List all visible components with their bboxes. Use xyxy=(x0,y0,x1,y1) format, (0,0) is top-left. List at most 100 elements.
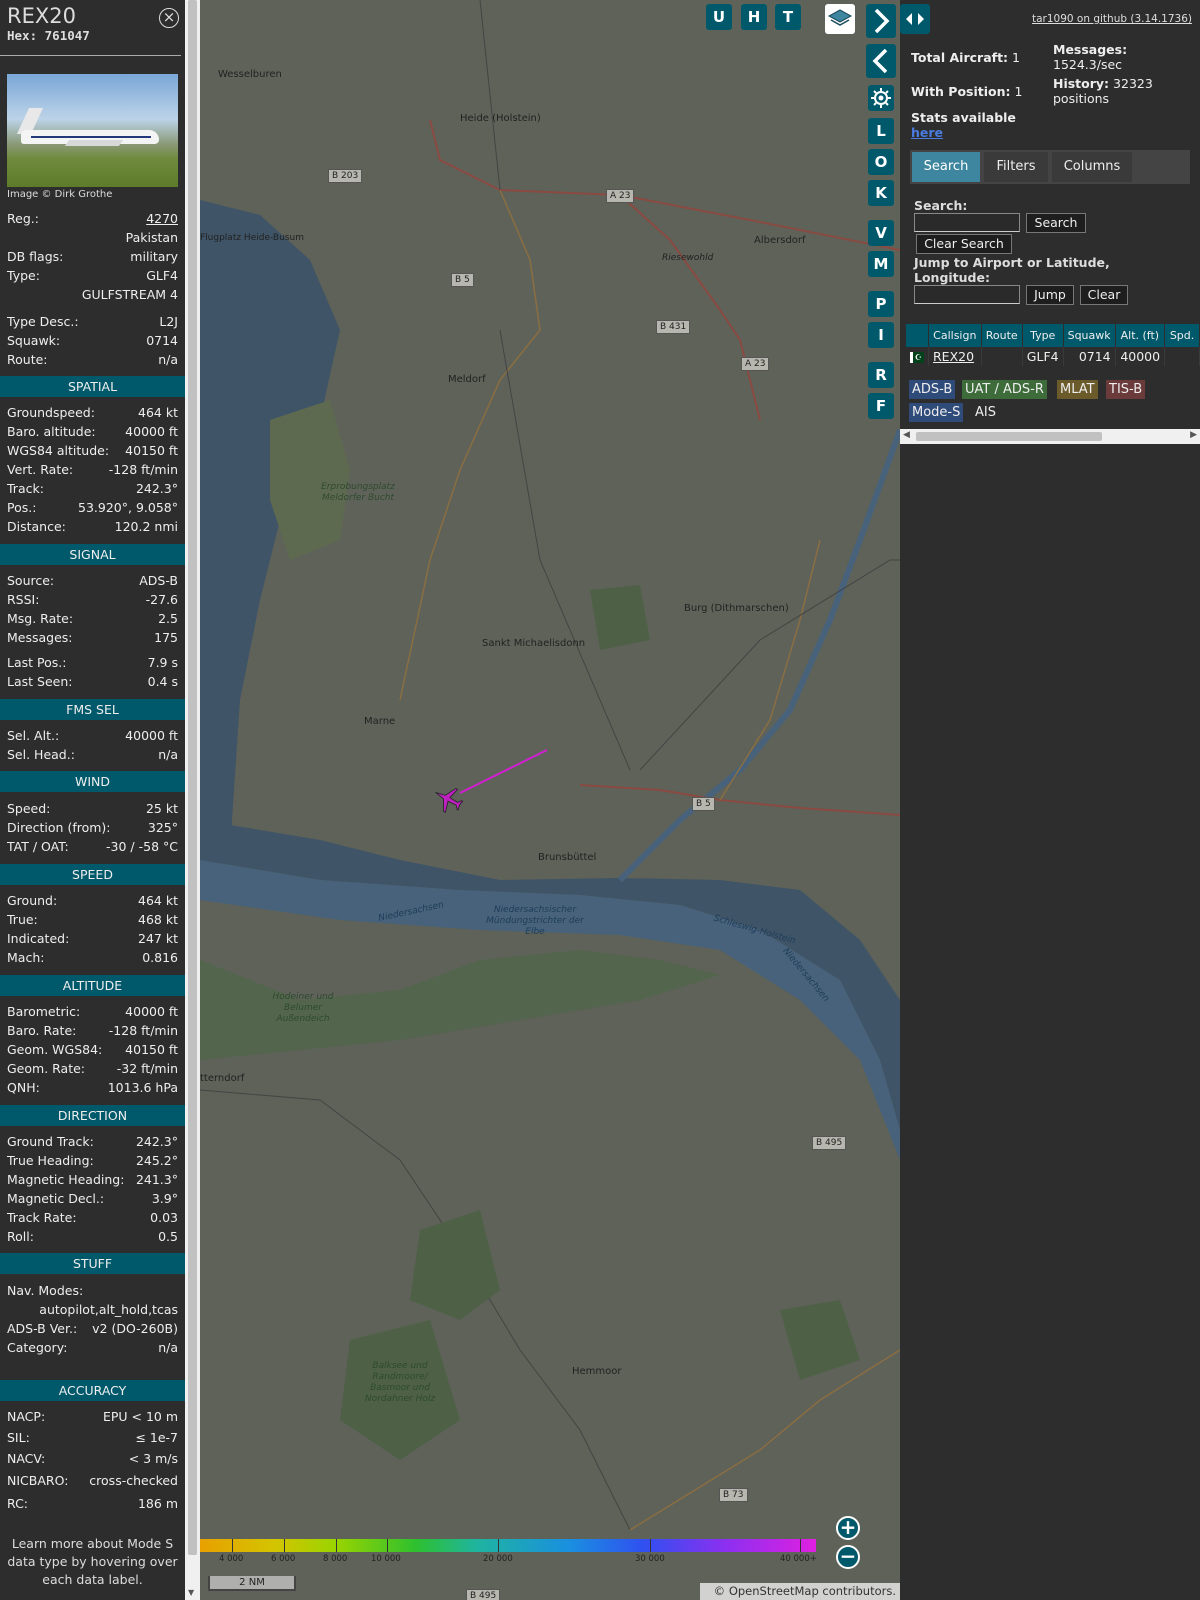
spatial-label: Groundspeed: xyxy=(7,405,95,420)
section-direction[interactable]: DIRECTION xyxy=(0,1105,185,1126)
column-header-callsign[interactable]: Callsign xyxy=(928,324,982,347)
section-spatial[interactable]: SPATIAL xyxy=(0,376,185,397)
github-link[interactable]: tar1090 on github (3.14.1736) xyxy=(1032,13,1192,25)
column-header-flag[interactable] xyxy=(906,324,929,347)
altitude-row: QNH: 1013.6 hPa xyxy=(7,1078,178,1097)
direction-value: 242.3° xyxy=(135,1134,178,1149)
jump-button[interactable]: Jump xyxy=(1026,285,1074,305)
sidebar-scrollbar[interactable]: ▼ xyxy=(185,0,200,1600)
adsb-version-label: ADS-B Ver.: xyxy=(7,1321,78,1336)
section-fms-sel[interactable]: FMS SEL xyxy=(0,699,185,720)
tab-search[interactable]: Search xyxy=(912,152,980,182)
detail-row-typedesc: Type Desc.: L2J xyxy=(7,312,178,331)
registration-link[interactable]: 4270 xyxy=(146,209,178,228)
collapse-left-icon[interactable] xyxy=(866,44,896,78)
map-button-f[interactable]: F xyxy=(868,393,894,419)
map-attribution[interactable]: © OpenStreetMap contributors. xyxy=(700,1583,900,1600)
aircraft-photo[interactable] xyxy=(7,74,178,187)
accuracy-value: < 3 m/s xyxy=(128,1451,178,1466)
layers-icon[interactable] xyxy=(825,4,855,34)
scroll-right-icon[interactable]: ▶ xyxy=(1190,430,1197,440)
scroll-left-icon[interactable]: ◀ xyxy=(903,430,910,440)
stat-label: History: xyxy=(1053,76,1110,91)
map-button-t[interactable]: T xyxy=(775,4,801,30)
section-stuff[interactable]: STUFF xyxy=(0,1253,185,1274)
place-label: Hodeiner und Belumer Außendeich xyxy=(272,992,334,1024)
section-speed[interactable]: SPEED xyxy=(0,864,185,885)
spatial-label: Vert. Rate: xyxy=(7,462,74,477)
map-button-i[interactable]: I xyxy=(868,322,894,348)
map-button-o[interactable]: O xyxy=(868,149,894,175)
direction-label: Track Rate: xyxy=(7,1210,77,1225)
tab-filters[interactable]: Filters xyxy=(984,152,1048,182)
accuracy-value: cross-checked xyxy=(89,1473,178,1488)
tab-columns[interactable]: Columns xyxy=(1052,152,1132,182)
spatial-value: 40000 ft xyxy=(125,424,178,439)
map-button-m[interactable]: M xyxy=(868,251,894,277)
speed-row: True: 468 kt xyxy=(7,910,178,929)
fms-label: Sel. Alt.: xyxy=(7,728,60,743)
altitude-label: Geom. WGS84: xyxy=(7,1042,103,1057)
accuracy-value: ≤ 1e-7 xyxy=(135,1430,178,1445)
altitude-label: Baro. Rate: xyxy=(7,1023,77,1038)
gear-icon[interactable] xyxy=(868,85,894,111)
zoom-out-button[interactable]: − xyxy=(836,1545,860,1569)
table-row[interactable]: ☪ REX20 GLF4 0714 40000 xyxy=(906,347,1200,366)
column-header-squawk[interactable]: Squawk xyxy=(1063,324,1116,347)
with-position-stat: With Position: 1 xyxy=(911,84,1022,99)
direction-row: Ground Track: 242.3° xyxy=(7,1132,178,1151)
spatial-label: Pos.: xyxy=(7,500,37,515)
accuracy-row: NACP: EPU < 10 m xyxy=(7,1407,178,1426)
scroll-down-icon[interactable]: ▼ xyxy=(188,1588,194,1597)
map-button-r[interactable]: R xyxy=(868,362,894,388)
map-button-v[interactable]: V xyxy=(868,220,894,246)
section-signal[interactable]: SIGNAL xyxy=(0,544,185,565)
stat-label: Total Aircraft: xyxy=(911,50,1009,65)
cell-callsign[interactable]: REX20 xyxy=(928,347,982,366)
clear-jump-button[interactable]: Clear xyxy=(1080,285,1128,305)
fms-row: Sel. Head.: n/a xyxy=(7,745,178,764)
section-wind[interactable]: WIND xyxy=(0,771,185,792)
map-button-h[interactable]: H xyxy=(741,4,767,30)
collapse-right-icon[interactable] xyxy=(866,4,896,38)
section-accuracy[interactable]: ACCURACY xyxy=(0,1380,185,1401)
map-button-p[interactable]: P xyxy=(868,291,894,317)
wind-value: 325° xyxy=(147,820,178,835)
road-label: B 203 xyxy=(328,169,363,183)
map-button-u[interactable]: U xyxy=(706,4,732,30)
direction-label: Ground Track: xyxy=(7,1134,94,1149)
column-header-altitude[interactable]: Alt. (ft) xyxy=(1115,324,1166,347)
search-button[interactable]: Search xyxy=(1026,213,1086,233)
stats-link[interactable]: here xyxy=(911,125,943,140)
aircraft-hex: Hex: 761047 xyxy=(7,28,174,43)
scrollbar-thumb[interactable] xyxy=(916,432,1102,441)
close-icon[interactable]: × xyxy=(159,8,179,28)
column-header-speed[interactable]: Spd. xyxy=(1164,324,1200,347)
spatial-row: Groundspeed: 464 kt xyxy=(7,403,178,422)
map-button-l[interactable]: L xyxy=(868,118,894,144)
wind-value: -30 / -58 °C xyxy=(106,839,178,854)
map-button-k[interactable]: K xyxy=(868,180,894,206)
place-label: Flugplatz Heide-Busum xyxy=(200,233,304,243)
spatial-value: 120.2 nmi xyxy=(114,519,178,534)
search-input[interactable] xyxy=(914,213,1020,232)
place-label: Burg (Dithmarschen) xyxy=(684,603,789,614)
column-header-type[interactable]: Type xyxy=(1022,324,1064,347)
column-header-route[interactable]: Route xyxy=(981,324,1023,347)
section-altitude[interactable]: ALTITUDE xyxy=(0,975,185,996)
country-value: Pakistan xyxy=(125,230,178,245)
aircraft-icon[interactable] xyxy=(432,783,464,815)
zoom-in-button[interactable]: + xyxy=(836,1516,860,1540)
stat-label: With Position: xyxy=(911,84,1011,99)
map-view[interactable]: Wesselburen Heide (Holstein) Albersdorf … xyxy=(200,0,900,1600)
jump-input[interactable] xyxy=(914,285,1020,304)
spatial-label: Distance: xyxy=(7,519,66,534)
clear-search-button[interactable]: Clear Search xyxy=(916,234,1012,254)
expand-panel-icon[interactable] xyxy=(900,4,930,34)
table-horizontal-scrollbar[interactable]: ◀ ▶ xyxy=(900,429,1200,444)
wind-row: TAT / OAT: -30 / -58 °C xyxy=(7,837,178,856)
direction-value: 3.9° xyxy=(151,1191,178,1206)
scrollbar-thumb[interactable] xyxy=(188,0,197,1555)
detail-value: 0714 xyxy=(146,333,178,348)
place-label: Marne xyxy=(364,716,396,727)
